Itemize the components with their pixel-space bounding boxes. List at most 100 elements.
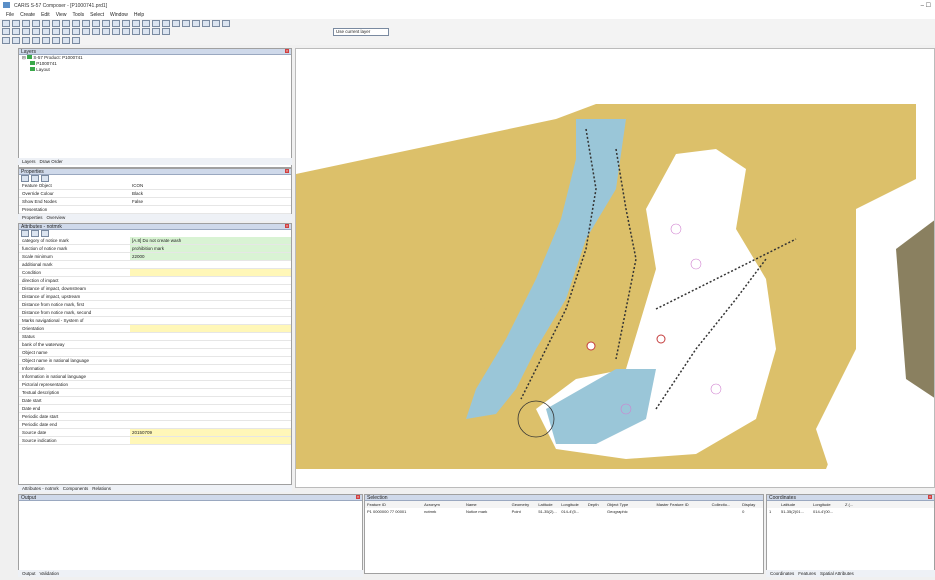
property-value[interactable] xyxy=(130,206,291,213)
attribute-value[interactable] xyxy=(130,389,291,396)
attribute-value[interactable] xyxy=(130,285,291,292)
column-header[interactable]: Longitude xyxy=(559,501,586,508)
toolbar-icon[interactable] xyxy=(152,27,160,35)
attribute-value[interactable] xyxy=(130,405,291,412)
attribute-value[interactable] xyxy=(130,381,291,388)
attribute-value[interactable]: [A.8] Do not create wash xyxy=(130,237,291,244)
attribute-value[interactable] xyxy=(130,333,291,340)
toolbar-icon[interactable] xyxy=(32,27,40,35)
column-header[interactable]: Display xyxy=(740,501,763,508)
column-header[interactable]: Object Type xyxy=(605,501,654,508)
open-icon[interactable] xyxy=(12,19,20,27)
attribute-row[interactable]: Date start xyxy=(19,397,291,405)
attribute-row[interactable]: Status xyxy=(19,333,291,341)
attribute-value[interactable] xyxy=(130,301,291,308)
toolbar-icon[interactable] xyxy=(222,19,230,27)
property-value[interactable]: Black xyxy=(130,190,291,197)
tab-overview[interactable]: Overview xyxy=(47,215,66,220)
table-row[interactable]: P1 0000000 77 00001 notmrk Notice mark Poin… xyxy=(365,508,763,515)
toolbar-icon[interactable] xyxy=(52,27,60,35)
toolbar-icon[interactable] xyxy=(142,27,150,35)
attribute-row[interactable]: direction of impact xyxy=(19,277,291,285)
attribute-value[interactable] xyxy=(130,397,291,404)
attribute-row[interactable]: bank of the waterway xyxy=(19,341,291,349)
attribute-row[interactable]: Pictorial representation xyxy=(19,381,291,389)
toolbar-icon[interactable] xyxy=(202,19,210,27)
toolbar-icon[interactable] xyxy=(182,19,190,27)
attribute-row[interactable]: Textual description xyxy=(19,389,291,397)
toolbar-icon[interactable] xyxy=(132,27,140,35)
tab-draw-order[interactable]: Draw Order xyxy=(40,159,63,164)
expand-icon[interactable]: ⊟ xyxy=(22,55,26,60)
toolbar-icon[interactable] xyxy=(192,19,200,27)
attribute-value[interactable] xyxy=(130,373,291,380)
layer-select[interactable]: Use current layer xyxy=(333,28,389,36)
attribute-row[interactable]: Marks navigational - System of xyxy=(19,317,291,325)
column-header[interactable]: Collectio... xyxy=(710,501,740,508)
toolbar-icon[interactable] xyxy=(152,19,160,27)
toolbar-icon[interactable] xyxy=(62,19,70,27)
attribute-row[interactable]: Object name in national language xyxy=(19,357,291,365)
attribute-value[interactable] xyxy=(130,413,291,420)
sort-icon[interactable] xyxy=(21,175,29,182)
nautical-chart-canvas[interactable] xyxy=(296,49,935,488)
close-icon[interactable]: × xyxy=(928,495,932,499)
toolbar-icon[interactable] xyxy=(2,36,10,44)
tab-output[interactable]: Output xyxy=(22,571,36,576)
attribute-value[interactable] xyxy=(130,365,291,372)
toolbar-icon[interactable] xyxy=(142,19,150,27)
toolbar-icon[interactable] xyxy=(22,27,30,35)
toolbar-icon[interactable] xyxy=(92,27,100,35)
toolbar-icon[interactable] xyxy=(72,27,80,35)
attribute-value[interactable]: 20150709 xyxy=(130,429,291,436)
menu-item-tools[interactable]: Tools xyxy=(72,12,84,18)
toolbar-icon[interactable] xyxy=(92,19,100,27)
tool-icon[interactable] xyxy=(2,27,10,35)
toolbar-icon[interactable] xyxy=(62,36,70,44)
menu-item-file[interactable]: File xyxy=(6,12,14,18)
tab-spatial-attributes[interactable]: Spatial Attributes xyxy=(820,571,854,576)
toolbar-icon[interactable] xyxy=(52,19,60,27)
attribute-row[interactable]: Periodic date end xyxy=(19,421,291,429)
column-header[interactable]: Longitude xyxy=(811,501,843,508)
toolbar-icon[interactable] xyxy=(42,27,50,35)
toolbar-icon[interactable] xyxy=(102,19,110,27)
attribute-row[interactable]: function of notice mark prohibition mark xyxy=(19,245,291,253)
column-header[interactable]: Feature ID xyxy=(365,501,422,508)
attribute-value[interactable] xyxy=(130,293,291,300)
attribute-row[interactable]: Information in national language xyxy=(19,373,291,381)
menu-item-edit[interactable]: Edit xyxy=(41,12,50,18)
attribute-value[interactable] xyxy=(130,437,291,444)
toolbar-icon[interactable] xyxy=(42,19,50,27)
filter-icon[interactable] xyxy=(41,175,49,182)
property-value[interactable]: False xyxy=(130,198,291,205)
menu-item-create[interactable]: Create xyxy=(20,12,35,18)
attribute-value[interactable] xyxy=(130,317,291,324)
filter-icon[interactable] xyxy=(41,230,49,237)
attribute-row[interactable]: Distance of impact, upstream xyxy=(19,293,291,301)
attribute-value[interactable] xyxy=(130,349,291,356)
toolbar-icon[interactable] xyxy=(12,27,20,35)
toolbar-icon[interactable] xyxy=(12,36,20,44)
close-icon[interactable]: × xyxy=(285,169,289,173)
attribute-row[interactable]: Date end xyxy=(19,405,291,413)
alpha-sort-icon[interactable] xyxy=(31,175,39,182)
column-header[interactable]: Geometry xyxy=(510,501,537,508)
column-header[interactable] xyxy=(767,501,779,508)
tab-coordinates[interactable]: Coordinates xyxy=(770,571,794,576)
alpha-sort-icon[interactable] xyxy=(31,230,39,237)
property-value[interactable]: ICON xyxy=(130,182,291,189)
menu-item-window[interactable]: Window xyxy=(110,12,128,18)
save-icon[interactable] xyxy=(22,19,30,27)
attribute-row[interactable]: Distance from notice mark, second xyxy=(19,309,291,317)
column-header[interactable]: Latitude xyxy=(779,501,811,508)
tab-attributes[interactable]: Attributes - notmrk xyxy=(22,486,59,491)
attribute-row[interactable]: Information xyxy=(19,365,291,373)
attribute-value[interactable]: 22000 xyxy=(130,253,291,260)
attribute-row[interactable]: Condition xyxy=(19,269,291,277)
menu-item-help[interactable]: Help xyxy=(134,12,144,18)
toolbar-icon[interactable] xyxy=(22,36,30,44)
close-icon[interactable]: × xyxy=(356,495,360,499)
toolbar-icon[interactable] xyxy=(32,19,40,27)
attribute-row[interactable]: Distance of impact, downstream xyxy=(19,285,291,293)
